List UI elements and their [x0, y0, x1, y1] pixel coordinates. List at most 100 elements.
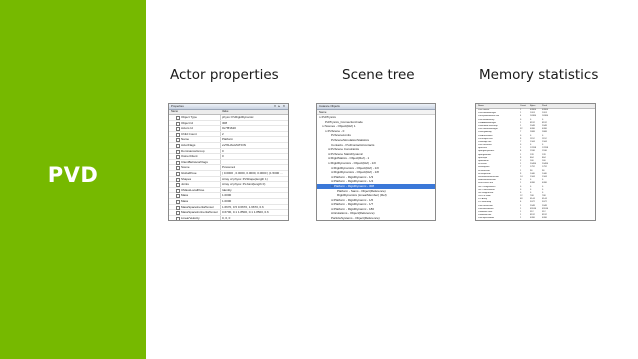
memory-statistics-table: PxsContext 1 40960 40960 PxsIslandManager 1 10… [476, 109, 595, 220]
property-checkbox[interactable] [176, 149, 180, 154]
property-checkbox[interactable] [176, 188, 180, 193]
property-value: 1.0000 [222, 193, 232, 198]
property-value: eVISUALIZATION [222, 142, 246, 147]
property-value: 1.6670, 0.5 0.6670, 1.6670, 0.6 [222, 204, 264, 209]
brand-label: PVD [47, 163, 99, 187]
property-value: 0 [222, 154, 224, 159]
memory-column-header[interactable]: Count [520, 104, 526, 108]
column-header-name[interactable]: Name [171, 110, 178, 114]
column-divider [220, 159, 221, 165]
scene-tree-heading: Scene tree [342, 67, 415, 83]
property-name: MassSpaceInvInertiaTensor [181, 210, 219, 215]
memory-item-value: 4096 [530, 217, 535, 220]
memory-column-header[interactable]: Peak [542, 104, 547, 108]
property-value: 0.6700, 0.1 1.8500, 0.1 1.8500, 0.6 [222, 210, 269, 215]
property-checkbox[interactable] [176, 143, 180, 148]
property-value: 0x7fff1620 [222, 126, 236, 131]
column-divider [220, 165, 221, 170]
tree-node-label: RigidDynamics - Object(Ref) - 1/0 [334, 165, 379, 170]
property-name: GlobalPose [181, 170, 197, 175]
property-checkbox[interactable] [176, 155, 180, 160]
actor-properties-title: Properties [171, 104, 184, 108]
memory-item-value: 1 [520, 217, 522, 220]
tree-node-label: Articulations - Object(Reference) [331, 211, 375, 216]
actor-properties-window: Properties ▾ ▸ ✕ Name Value Object Type p… [168, 103, 289, 221]
property-name: Object Type [181, 115, 197, 119]
column-divider [220, 170, 221, 176]
property-value: 0, 0, 0 [222, 215, 231, 220]
tree-node-label: RigidDynamics (LinearMember) (Ref) [337, 193, 387, 198]
property-checkbox[interactable] [176, 127, 180, 132]
property-name: MassSpaceInertiaTensor [181, 204, 215, 209]
property-row[interactable]: LinearVelocity 0, 0, 0 [169, 215, 288, 220]
scene-tree-window: Instance Objects Name ⊟PxPhysics PxPhysic… [316, 103, 436, 221]
property-checkbox[interactable] [176, 116, 180, 120]
memory-column-header[interactable]: Bytes [530, 104, 535, 108]
tree-node-label: Platform - RigidDynamic - 1/4 [334, 179, 374, 184]
scene-tree-title: Instance Objects [319, 104, 340, 108]
column-divider [220, 210, 221, 215]
actor-properties-heading: Actor properties [170, 67, 279, 83]
tree-node-label: Contacts - PvdContactsContacts [331, 142, 375, 147]
tree-node-label: ParticleSystems - Object(Reference) [331, 216, 380, 221]
memory-statistics-window: Name Count Bytes Peak PxsContext 1 40960 40960… [475, 103, 596, 221]
property-checkbox[interactable] [176, 211, 180, 216]
memory-column-header[interactable]: Name [478, 104, 484, 108]
property-name: Actors Id [181, 126, 193, 131]
tree-node-label: PxScene StaticDynamic [331, 151, 364, 156]
column-divider [220, 115, 221, 120]
property-name: Joints [181, 182, 189, 187]
property-checkbox[interactable] [176, 205, 180, 210]
property-name: DominanceGroup [181, 148, 205, 153]
property-value: physx::PxRigidDynamic [222, 115, 254, 119]
property-value: Array of physx::PxJoint(length 0) [222, 182, 266, 187]
property-checkbox[interactable] [176, 199, 180, 204]
column-divider [220, 182, 221, 187]
property-value: 0 [222, 148, 224, 153]
property-name: Mass [181, 193, 189, 198]
memory-item-name: PvdObjectModel [478, 217, 495, 220]
scene-tree-titlebar: Instance Objects [317, 104, 435, 110]
property-name: LinearVelocity [181, 215, 200, 220]
actor-properties-grid: Object Type physx::PxRigidDynamic Object I… [169, 115, 288, 220]
scene-tree-name-filter[interactable]: Name [319, 110, 326, 114]
property-checkbox[interactable] [176, 171, 180, 176]
property-name: Mass [181, 198, 189, 203]
property-checkbox[interactable] [176, 160, 180, 165]
tree-node-label: Platform - RigidDynamic - 1/7 [334, 202, 374, 207]
tree-node-label: PxPhysics_ConnectionCode [325, 119, 363, 124]
tree-node-label: RigidDynamics - Object(Ref) - 1/8 [334, 170, 379, 175]
column-divider [220, 126, 221, 131]
property-name: Scene [181, 165, 190, 170]
property-checkbox[interactable] [176, 194, 180, 199]
property-checkbox[interactable] [176, 132, 180, 137]
window-controls-icon[interactable]: ▾ ▸ ✕ [274, 104, 286, 109]
column-divider [220, 193, 221, 198]
property-checkbox[interactable] [176, 177, 180, 182]
tree-node-label: PxScene - 0 [328, 128, 345, 133]
property-checkbox[interactable] [176, 183, 180, 188]
tree-node-label: RigidDynamics - Object(Ref) - 1/0 [331, 160, 376, 165]
tree-node-label: Scenes - Object(Ref) 1 [325, 124, 356, 129]
tree-node-label: PxSceneSimulationStatistics [331, 137, 370, 142]
property-name: Name [181, 137, 190, 142]
property-name: ClientBehaviorFlags [181, 159, 208, 164]
property-name: OwnerClient [181, 154, 198, 159]
property-checkbox[interactable] [176, 121, 180, 126]
column-divider [220, 131, 221, 137]
column-header-value[interactable]: Value [222, 110, 228, 114]
tree-node-label: Platform - RigidDynamic - 1/3 [334, 174, 374, 179]
property-checkbox[interactable] [176, 138, 180, 143]
property-checkbox[interactable] [176, 166, 180, 171]
memory-item-value: 4096 [542, 217, 547, 220]
column-divider [220, 137, 221, 142]
property-value: 1.0000 [222, 198, 232, 203]
column-divider [220, 142, 221, 148]
sidebar: PVD [0, 0, 146, 359]
property-checkbox[interactable] [176, 216, 180, 220]
property-value: Pxscene1 [222, 165, 236, 170]
column-divider [220, 204, 221, 210]
column-divider [220, 215, 221, 220]
tree-node-label: PxScene Constraints [331, 147, 360, 152]
tree-node-label: PxPhysics [322, 115, 336, 119]
